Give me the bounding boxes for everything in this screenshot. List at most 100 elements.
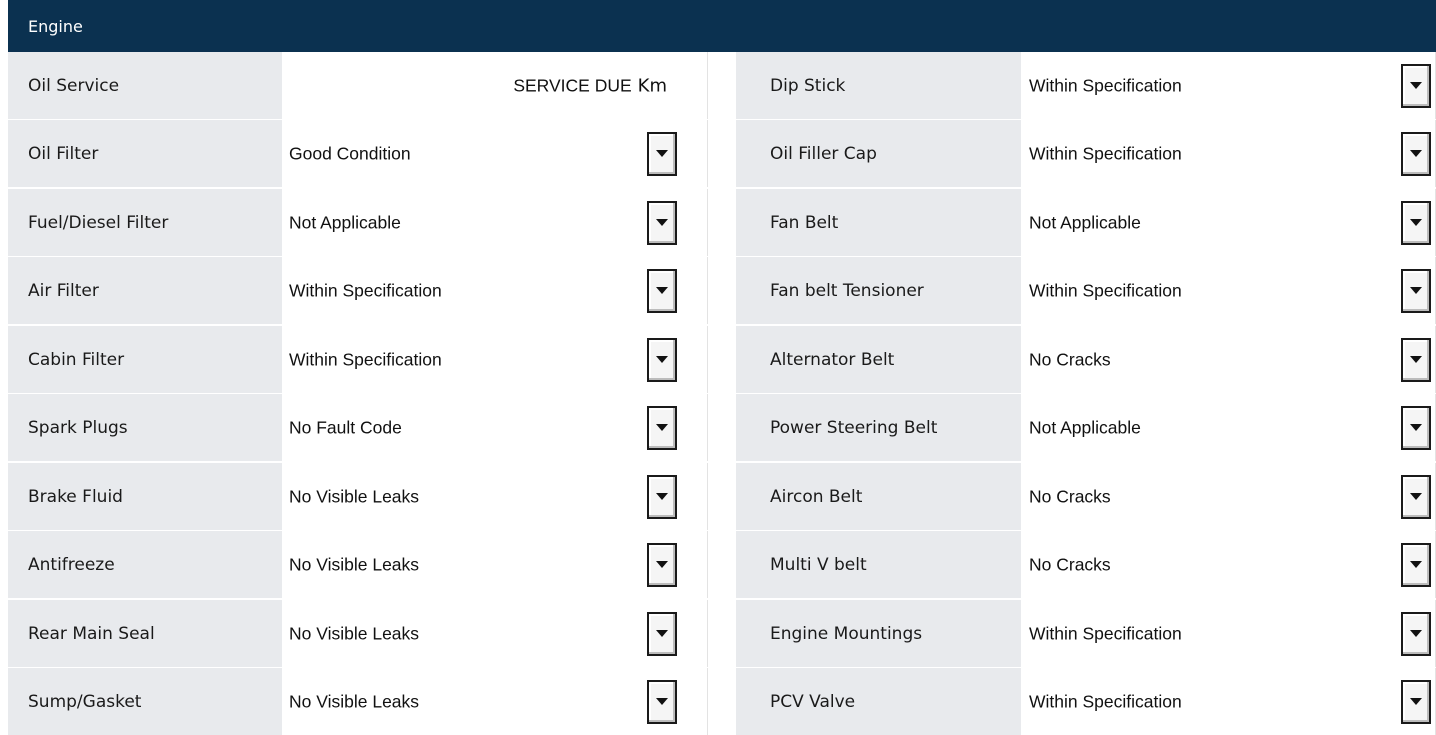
dropdown-arrow-icon [656,356,668,363]
dropdown-arrow-icon [656,150,668,157]
field-label: PCV Valve [736,668,1021,735]
dropdown-arrow-icon [656,219,668,226]
dropdown-arrow-icon [1410,150,1422,157]
row-antifreeze: Antifreeze No Visible Leaks [8,531,708,598]
row-rear-main-seal: Rear Main Seal No Visible Leaks [8,600,708,667]
dropdown-arrow-icon [656,630,668,637]
dropdown-button[interactable] [647,337,677,382]
select-alternator-belt[interactable]: No Cracks [1021,326,1436,393]
dropdown-button[interactable] [647,474,677,519]
select-air-filter[interactable]: Within Specification [282,257,708,324]
selected-value: No Visible Leaks [289,623,420,643]
dropdown-button[interactable] [647,542,677,587]
row-oil-service: Oil Service SERVICE DUE Km [8,52,708,119]
field-label: Alternator Belt [736,326,1021,393]
selected-value: No Visible Leaks [289,691,420,711]
dropdown-button[interactable] [1401,405,1431,450]
selected-value: Good Condition [289,143,411,163]
row-alternator-belt: Alternator Belt No Cracks [736,326,1436,393]
dropdown-arrow-icon [1410,561,1422,568]
selected-value: Not Applicable [1029,212,1141,232]
selected-value: Not Applicable [1029,417,1141,437]
selected-value: No Fault Code [289,417,402,437]
oil-service-field: SERVICE DUE Km [282,52,708,119]
dropdown-button[interactable] [647,679,677,724]
dropdown-button[interactable] [647,405,677,450]
row-brake-fluid: Brake Fluid No Visible Leaks [8,463,708,530]
selected-value: Within Specification [1029,280,1182,300]
dropdown-button[interactable] [1401,542,1431,587]
select-spark-plugs[interactable]: No Fault Code [282,394,708,461]
dropdown-button[interactable] [647,131,677,176]
engine-panel: Engine Oil Service SERVICE DUE Km Oil Filte… [8,0,1436,735]
select-fuel-diesel-filter[interactable]: Not Applicable [282,189,708,256]
dropdown-button[interactable] [1401,268,1431,313]
select-sump-gasket[interactable]: No Visible Leaks [282,668,708,735]
unit-label: Km [637,75,667,96]
dropdown-arrow-icon [1410,698,1422,705]
field-label: Fuel/Diesel Filter [8,189,282,256]
dropdown-button[interactable] [1401,200,1431,245]
row-air-filter: Air Filter Within Specification [8,257,708,324]
field-label: Engine Mountings [736,600,1021,667]
selected-value: Within Specification [289,280,442,300]
dropdown-button[interactable] [1401,337,1431,382]
left-column: Oil Service SERVICE DUE Km Oil Filter Good C… [8,52,708,735]
select-dip-stick[interactable]: Within Specification [1021,52,1436,119]
dropdown-button[interactable] [1401,131,1431,176]
row-oil-filler-cap: Oil Filler Cap Within Specification [736,120,1436,187]
dropdown-arrow-icon [1410,424,1422,431]
field-label: Oil Filter [8,120,282,187]
select-pcv-valve[interactable]: Within Specification [1021,668,1436,735]
row-fuel-diesel-filter: Fuel/Diesel Filter Not Applicable [8,189,708,256]
selected-value: No Visible Leaks [289,486,420,506]
select-fan-belt-tensioner[interactable]: Within Specification [1021,257,1436,324]
row-dip-stick: Dip Stick Within Specification [736,52,1436,119]
select-fan-belt[interactable]: Not Applicable [1021,189,1436,256]
select-antifreeze[interactable]: No Visible Leaks [282,531,708,598]
row-cabin-filter: Cabin Filter Within Specification [8,326,708,393]
dropdown-arrow-icon [656,424,668,431]
dropdown-button[interactable] [1401,474,1431,519]
dropdown-button[interactable] [1401,611,1431,656]
field-label: Spark Plugs [8,394,282,461]
select-oil-filter[interactable]: Good Condition [282,120,708,187]
field-label: Sump/Gasket [8,668,282,735]
dropdown-button[interactable] [1401,679,1431,724]
row-pcv-valve: PCV Valve Within Specification [736,668,1436,735]
field-label: Rear Main Seal [8,600,282,667]
select-power-steering-belt[interactable]: Not Applicable [1021,394,1436,461]
select-multi-v-belt[interactable]: No Cracks [1021,531,1436,598]
selected-value: Within Specification [1029,75,1182,95]
select-oil-filler-cap[interactable]: Within Specification [1021,120,1436,187]
oil-service-value: SERVICE DUE Km [513,75,667,96]
dropdown-arrow-icon [1410,630,1422,637]
selected-value: No Cracks [1029,349,1111,369]
dropdown-arrow-icon [1410,356,1422,363]
dropdown-button[interactable] [647,200,677,245]
dropdown-arrow-icon [656,287,668,294]
row-oil-filter: Oil Filter Good Condition [8,120,708,187]
selected-value: Within Specification [1029,623,1182,643]
field-label: Fan belt Tensioner [736,257,1021,324]
selected-value: No Cracks [1029,554,1111,574]
select-cabin-filter[interactable]: Within Specification [282,326,708,393]
dropdown-button[interactable] [647,268,677,313]
select-engine-mountings[interactable]: Within Specification [1021,600,1436,667]
dropdown-button[interactable] [647,611,677,656]
field-label: Antifreeze [8,531,282,598]
dropdown-arrow-icon [656,698,668,705]
field-label: Air Filter [8,257,282,324]
field-label: Multi V belt [736,531,1021,598]
select-brake-fluid[interactable]: No Visible Leaks [282,463,708,530]
dropdown-button[interactable] [1401,63,1431,108]
selected-value: Not Applicable [289,212,401,232]
field-label: Aircon Belt [736,463,1021,530]
selected-value: No Cracks [1029,486,1111,506]
row-engine-mountings: Engine Mountings Within Specification [736,600,1436,667]
right-column: Dip Stick Within Specification Oil Filler … [736,52,1436,735]
row-multi-v-belt: Multi V belt No Cracks [736,531,1436,598]
select-rear-main-seal[interactable]: No Visible Leaks [282,600,708,667]
field-label: Brake Fluid [8,463,282,530]
select-aircon-belt[interactable]: No Cracks [1021,463,1436,530]
